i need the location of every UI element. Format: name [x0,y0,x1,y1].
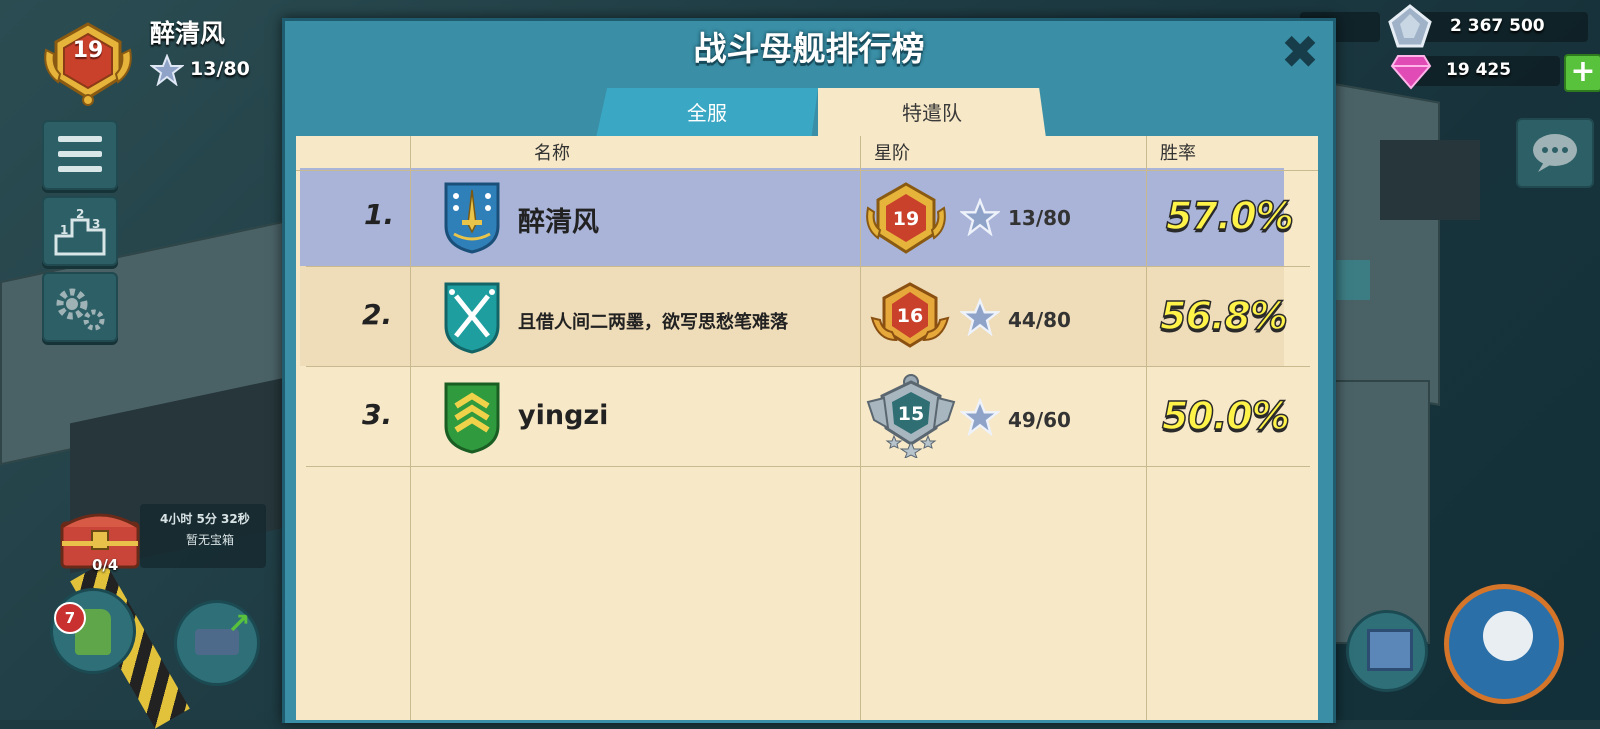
building-icon [1367,629,1413,671]
silver-rank-badge-icon: 15 [866,374,956,458]
chat-button[interactable] [1516,118,1594,188]
row-rank: 2. [362,298,393,331]
tab-task-force[interactable]: 特遣队 [818,88,1046,138]
podium-icon: 1 2 3 [54,207,106,256]
stone-icon [1388,4,1432,48]
headquarters-button[interactable] [1346,610,1428,692]
gear-icon [56,288,105,331]
rank-badge-level: 19 [893,208,919,230]
player-level-badge-icon [44,22,132,106]
chest-status: 暂无宝箱 [186,533,235,547]
table-row[interactable]: 3. yingzi 15 49/60 50.0% [300,366,1291,466]
player-name: 醉清风 [150,19,226,48]
star-icon [960,198,1000,236]
settings-button[interactable] [42,272,118,342]
svg-text:2: 2 [76,207,84,221]
bronze-rank-badge-icon: 16 [870,282,950,348]
column-header-rank: 星阶 [874,143,910,164]
row-divider [306,466,1310,467]
chevron-emblem-icon [444,382,500,454]
menu-button[interactable] [42,120,118,190]
row-player-name: 醉清风 [518,207,599,238]
star-icon [150,54,184,86]
row-rank: 1. [364,198,395,231]
add-diamonds-button[interactable]: + [1564,54,1600,92]
diamond-amount: 19 425 [1446,60,1512,80]
row-player-name: 且借人间二两墨，欲写思愁笔难落 [518,312,788,333]
row-winrate: 56.8% [1159,293,1288,339]
tab-global[interactable]: 全服 [596,88,818,138]
diamond-icon [1390,55,1432,90]
panel-title: 战斗母舰排行榜 [693,29,925,68]
row-star-progress: 44/80 [1008,308,1071,332]
table-row[interactable]: 2. 且借人间二两墨，欲写思愁笔难落 16 44/80 56.8% [300,266,1289,366]
svg-text:1: 1 [60,223,68,237]
player-level-number: 19 [72,38,104,63]
rank-badge-level: 15 [898,403,924,425]
deck-machinery [1380,140,1480,220]
dagger-emblem-icon [444,182,500,254]
cargo-crate [1330,260,1370,300]
rank-badge-level: 16 [897,305,923,327]
svg-text:3: 3 [92,217,100,231]
player-star-progress: 13/80 [190,58,250,80]
upgrade-arrow-icon: ↗ [227,607,251,640]
row-star-progress: 49/60 [1008,408,1071,432]
chest-timer: 4小时 5分 32秒 [160,512,250,526]
column-header-winrate: 胜率 [1160,143,1196,164]
row-rank: 3. [362,398,393,431]
attack-button[interactable] [1444,584,1564,704]
stone-amount: 2 367 500 [1450,16,1545,36]
chat-bubble-icon [1533,134,1577,172]
leaderboard-button[interactable]: 1 2 3 [42,196,118,266]
star-icon [960,298,1000,336]
crossed-rifles-emblem-icon [444,282,500,354]
star-icon [960,398,1000,436]
row-winrate: 50.0% [1161,393,1290,439]
upgrade-button[interactable]: ↗ [174,600,260,686]
row-winrate: 57.0% [1165,193,1294,239]
troops-notification-badge: 7 [54,602,86,634]
table-row[interactable]: 1. 醉清风 19 13/80 57.0% [300,168,1295,266]
gold-rank-badge-icon: 19 [866,182,946,254]
chest-count: 0/4 [92,556,119,574]
menu-icon-bar [58,151,102,157]
row-player-name: yingzi [518,400,609,431]
menu-icon [58,136,102,142]
close-icon: ✖ [1280,25,1320,79]
menu-icon-bar [58,166,102,172]
close-button[interactable]: ✖ [1278,29,1322,75]
column-header-name: 名称 [534,143,570,164]
row-star-progress: 13/80 [1008,206,1071,230]
globe-icon [1483,611,1533,661]
